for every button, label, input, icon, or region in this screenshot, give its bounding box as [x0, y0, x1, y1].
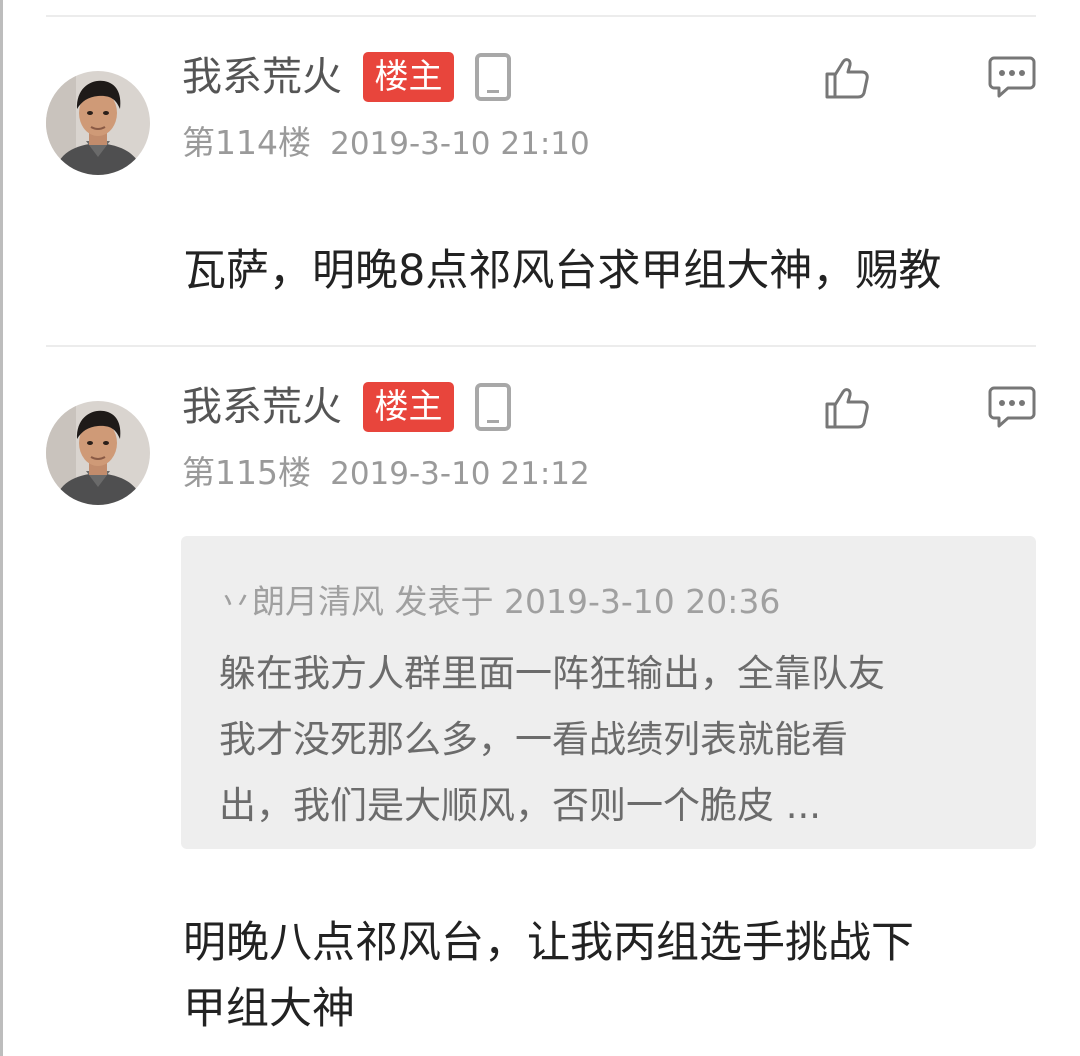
quoted-reply[interactable]: 丷朗月清风 发表于 2019-3-10 20:36 躲在我方人群里面一阵狂输出，… — [181, 536, 1036, 849]
thread-page: 我系荒火 楼主 第114楼 2019-3-10 21:10 瓦萨，明晚8点祁风台… — [0, 0, 1080, 1056]
post-content: 瓦萨，明晚8点祁风台求甲组大神，赐教 — [183, 246, 942, 296]
quote-line: 我才没死那么多，一看战绩列表就能看 — [219, 718, 848, 761]
floor-number: 第115楼 — [182, 453, 311, 492]
comment-icon[interactable] — [988, 385, 1036, 431]
post-date: 2019-3-10 21:12 — [330, 456, 590, 492]
username[interactable]: 我系荒火 — [182, 382, 342, 432]
content-line: 甲组大神 — [183, 984, 355, 1034]
username[interactable]: 我系荒火 — [182, 52, 342, 102]
divider — [46, 15, 1036, 17]
post-date: 2019-3-10 21:10 — [330, 126, 590, 162]
comment-icon[interactable] — [988, 55, 1036, 101]
floor-number: 第114楼 — [182, 123, 311, 162]
thumbs-up-icon[interactable] — [824, 384, 870, 430]
quote-line: 躲在我方人群里面一阵狂输出，全靠队友 — [219, 652, 885, 695]
op-badge: 楼主 — [363, 382, 454, 432]
left-edge-border — [0, 0, 3, 1056]
op-badge: 楼主 — [363, 52, 454, 102]
phone-icon — [474, 382, 512, 432]
divider — [46, 345, 1036, 347]
post-content: 明晚八点祁风台，让我丙组选手挑战下 甲组大神 — [183, 910, 1043, 1042]
avatar[interactable] — [46, 401, 150, 505]
quote-line: 出，我们是大顺风，否则一个脆皮 ... — [219, 784, 822, 827]
avatar[interactable] — [46, 71, 150, 175]
phone-icon — [474, 52, 512, 102]
post-meta: 第115楼 2019-3-10 21:12 — [182, 453, 590, 499]
content-line: 明晚八点祁风台，让我丙组选手挑战下 — [183, 918, 914, 968]
quote-body: 躲在我方人群里面一阵狂输出，全靠队友 我才没死那么多，一看战绩列表就能看 出，我… — [219, 641, 999, 839]
quote-header: 丷朗月清风 发表于 2019-3-10 20:36 — [219, 582, 781, 621]
post-meta: 第114楼 2019-3-10 21:10 — [182, 123, 590, 169]
thumbs-up-icon[interactable] — [824, 54, 870, 100]
